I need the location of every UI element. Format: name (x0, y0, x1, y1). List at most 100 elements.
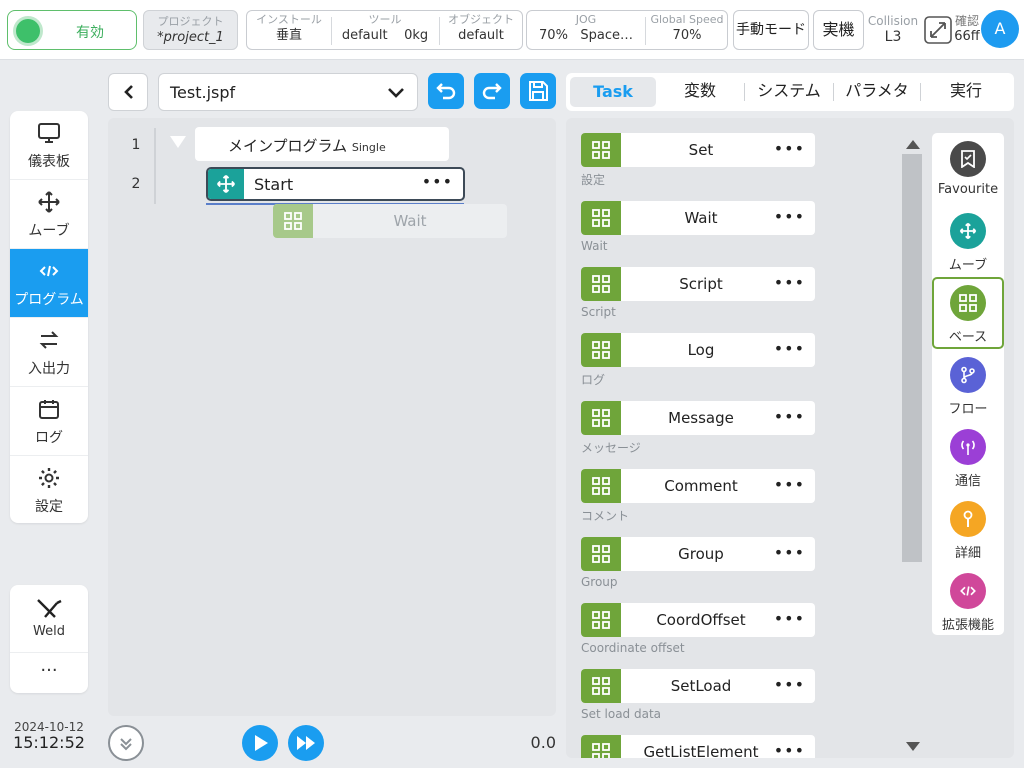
collision-indicator[interactable]: Collision L3 (866, 14, 920, 46)
node-handle[interactable] (581, 133, 621, 167)
enable-label: 有効 (76, 25, 104, 41)
node-item-script[interactable]: Script ••• Script (581, 267, 815, 319)
install-tool-object-panel[interactable]: インストール 垂直 ツール default 0kg オブジェクト default (246, 10, 523, 50)
more-icon[interactable]: ••• (774, 207, 805, 226)
tab-variables[interactable]: 変数 (656, 73, 744, 111)
program-file-select[interactable]: Test.jspf (158, 73, 418, 111)
category-details[interactable]: 詳細 (932, 493, 1004, 565)
main-program-node[interactable]: メインプログラム Single (195, 127, 449, 161)
node-card[interactable]: Log ••• (581, 333, 815, 367)
node-handle[interactable] (581, 469, 621, 503)
collapse-toggle-icon[interactable] (170, 136, 186, 148)
node-handle[interactable] (581, 201, 621, 235)
node-handle[interactable] (581, 267, 621, 301)
redo-button[interactable] (474, 73, 510, 109)
node-item-group[interactable]: Group ••• Group (581, 537, 815, 589)
more-icon[interactable]: ••• (774, 675, 805, 694)
category-base[interactable]: ベース (932, 277, 1004, 349)
category-favourite[interactable]: Favourite (932, 133, 1004, 205)
global-speed-segment[interactable]: Global Speed 70% (646, 13, 728, 45)
back-button[interactable] (108, 73, 148, 111)
project-selector[interactable]: プロジェクト *project_1 (143, 10, 238, 50)
category-move[interactable]: ムーブ (932, 205, 1004, 277)
scroll-up-icon[interactable] (906, 140, 920, 149)
node-item-wait[interactable]: Wait ••• Wait (581, 201, 815, 253)
more-button[interactable]: ··· (10, 653, 88, 693)
node-card[interactable]: Comment ••• (581, 469, 815, 503)
category-extensions[interactable]: 拡張機能 (932, 565, 1004, 637)
nav-item-dashboard[interactable]: 儀表板 (10, 111, 88, 180)
node-handle[interactable] (581, 537, 621, 571)
node-handle[interactable] (581, 603, 621, 637)
more-icon[interactable]: ••• (774, 407, 805, 426)
start-node-menu-icon[interactable]: ••• (422, 172, 453, 191)
object-segment[interactable]: オブジェクト default (440, 13, 522, 45)
more-icon[interactable]: ••• (774, 139, 805, 158)
node-item-log[interactable]: Log ••• ログ (581, 333, 815, 388)
more-icon[interactable]: ••• (774, 273, 805, 292)
jog-space: Space… (580, 28, 633, 43)
category-flow[interactable]: フロー (932, 349, 1004, 421)
more-icon[interactable]: ••• (774, 475, 805, 494)
node-card[interactable]: SetLoad ••• (581, 669, 815, 703)
tool-segment[interactable]: ツール default 0kg (332, 13, 438, 45)
scroll-thumb[interactable] (902, 154, 922, 562)
node-handle[interactable] (581, 669, 621, 703)
tab-task[interactable]: Task (570, 77, 656, 107)
confirm-indicator[interactable]: 確認 66ff (953, 14, 981, 46)
node-name: Log (687, 341, 715, 359)
nav-item-program[interactable]: プログラム (10, 249, 88, 318)
tab-execute[interactable]: 実行 (921, 73, 1011, 111)
start-node-handle[interactable] (208, 169, 244, 199)
node-card[interactable]: Wait ••• (581, 201, 815, 235)
more-icon[interactable]: ••• (774, 741, 805, 758)
node-item-set[interactable]: Set ••• 設定 (581, 133, 815, 188)
node-card[interactable]: Script ••• (581, 267, 815, 301)
more-icon[interactable]: ••• (774, 609, 805, 628)
undo-icon (436, 83, 456, 100)
more-icon[interactable]: ••• (774, 543, 805, 562)
more-icon[interactable]: ••• (774, 339, 805, 358)
real-robot-button[interactable]: 実機 (813, 10, 864, 50)
nav-item-log[interactable]: ログ (10, 387, 88, 456)
install-segment[interactable]: インストール 垂直 (247, 13, 331, 45)
status-dropdown-button[interactable] (108, 725, 144, 761)
nav-item-settings[interactable]: 設定 (10, 456, 88, 523)
dragging-wait-node[interactable]: Wait (273, 204, 507, 238)
undo-button[interactable] (428, 73, 464, 109)
nav-item-move[interactable]: ムーブ (10, 180, 88, 249)
tab-system[interactable]: システム (745, 73, 833, 111)
node-item-setload[interactable]: SetLoad ••• Set load data (581, 669, 815, 721)
node-item-getlistelement[interactable]: GetListElement ••• (581, 735, 815, 758)
node-item-coordoffset[interactable]: CoordOffset ••• Coordinate offset (581, 603, 815, 655)
code-icon (960, 586, 976, 596)
nav-label: プログラム (14, 292, 84, 308)
scroll-down-icon[interactable] (906, 742, 920, 751)
node-handle[interactable] (581, 333, 621, 367)
node-handle[interactable] (581, 735, 621, 758)
node-item-comment[interactable]: Comment ••• コメント (581, 469, 815, 524)
node-card[interactable]: Set ••• (581, 133, 815, 167)
node-item-message[interactable]: Message ••• メッセージ (581, 401, 815, 456)
node-card[interactable]: GetListElement ••• (581, 735, 815, 758)
node-card[interactable]: Group ••• (581, 537, 815, 571)
start-node[interactable]: Start ••• (206, 167, 465, 201)
jog-segment[interactable]: JOG 70% Space… (527, 13, 645, 45)
expand-icon[interactable] (924, 16, 952, 44)
tab-parameters[interactable]: パラメタ (834, 73, 920, 111)
step-play-button[interactable] (288, 725, 324, 761)
jog-speed-panel[interactable]: JOG 70% Space… Global Speed 70% (526, 10, 728, 50)
node-card[interactable]: CoordOffset ••• (581, 603, 815, 637)
play-button[interactable] (242, 725, 278, 761)
category-communication[interactable]: 通信 (932, 421, 1004, 493)
enable-toggle[interactable]: 有効 (7, 10, 137, 50)
node-handle[interactable] (581, 401, 621, 435)
save-button[interactable] (520, 73, 556, 109)
node-list-scrollbar[interactable] (902, 136, 922, 751)
category-label: Favourite (937, 182, 999, 197)
nav-item-io[interactable]: 入出力 (10, 318, 88, 387)
user-avatar[interactable]: A (981, 10, 1019, 48)
node-card[interactable]: Message ••• (581, 401, 815, 435)
nav-item-weld[interactable]: Weld (10, 585, 88, 653)
manual-mode-button[interactable]: 手動モード (733, 10, 809, 50)
